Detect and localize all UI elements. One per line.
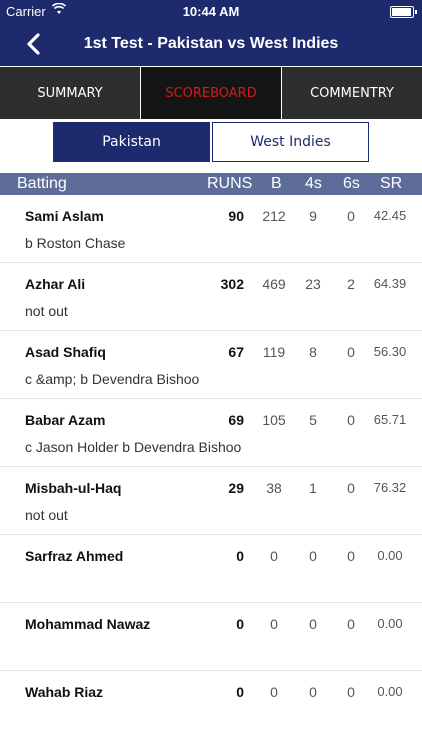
runs-value: 90 — [228, 208, 244, 224]
dismissal-text: not out — [25, 303, 68, 319]
runs-value: 29 — [228, 480, 244, 496]
sixes-value: 0 — [347, 344, 355, 360]
nav-bar: 1st Test - Pakistan vs West Indies — [0, 22, 422, 66]
header-sr: SR — [380, 175, 403, 192]
batsman-name: Azhar Ali — [25, 276, 86, 292]
team-switch: Pakistan West Indies — [53, 122, 369, 162]
balls-value: 0 — [270, 616, 278, 632]
balls-value: 119 — [262, 344, 286, 360]
sixes-value: 2 — [347, 276, 355, 292]
runs-value: 0 — [236, 548, 244, 564]
balls-value: 38 — [266, 480, 282, 496]
strike-rate-value: 42.45 — [373, 208, 407, 223]
sixes-value: 0 — [347, 684, 355, 700]
runs-value: 0 — [236, 684, 244, 700]
strike-rate-value: 0.00 — [377, 548, 403, 563]
balls-value: 212 — [262, 208, 286, 224]
tab-bar: SUMMARY SCOREBOARD COMMENTRY — [0, 67, 422, 119]
status-time: 10:44 AM — [182, 4, 240, 19]
strike-rate-value: 65.71 — [373, 412, 407, 427]
header-balls: B — [271, 175, 282, 192]
batsman-name: Wahab Riaz — [25, 684, 104, 700]
table-row: Sami Aslam b Roston Chase 90 212 9 0 42.… — [0, 195, 422, 263]
header-fours: 4s — [305, 175, 322, 192]
batsman-name: Sarfraz Ahmed — [25, 548, 124, 564]
fours-value: 1 — [309, 480, 317, 496]
battery-icon — [390, 6, 417, 18]
balls-value: 0 — [270, 548, 278, 564]
tab-commentry[interactable]: COMMENTRY — [282, 67, 422, 119]
fours-value: 0 — [309, 684, 317, 700]
table-row: Sarfraz Ahmed 0 0 0 0 0.00 — [0, 535, 422, 603]
fours-value: 0 — [309, 616, 317, 632]
batsman-name: Asad Shafiq — [25, 344, 106, 360]
header-runs: RUNS — [207, 175, 253, 192]
batting-table-header: Batting RUNS B 4s 6s SR — [0, 173, 422, 195]
header-batting: Batting — [17, 175, 67, 192]
balls-value: 469 — [262, 276, 286, 292]
sixes-value: 0 — [347, 616, 355, 632]
runs-value: 0 — [236, 616, 244, 632]
dismissal-text: not out — [25, 507, 68, 523]
header-sixes: 6s — [343, 175, 360, 192]
batsman-name: Babar Azam — [25, 412, 106, 428]
batsman-name: Sami Aslam — [25, 208, 104, 224]
runs-value: 302 — [220, 276, 244, 292]
table-row: Azhar Ali not out 302 469 23 2 64.39 — [0, 263, 422, 331]
table-row: Wahab Riaz 0 0 0 0 0.00 — [0, 671, 422, 738]
sixes-value: 0 — [347, 548, 355, 564]
strike-rate-value: 64.39 — [373, 276, 407, 291]
strike-rate-value: 56.30 — [373, 344, 407, 359]
table-row: Mohammad Nawaz 0 0 0 0 0.00 — [0, 603, 422, 671]
table-row: Misbah-ul-Haq not out 29 38 1 0 76.32 — [0, 467, 422, 535]
strike-rate-value: 76.32 — [373, 480, 407, 495]
balls-value: 0 — [270, 684, 278, 700]
sixes-value: 0 — [347, 412, 355, 428]
team-pakistan-button[interactable]: Pakistan — [53, 122, 210, 162]
runs-value: 69 — [228, 412, 244, 428]
fours-value: 0 — [309, 548, 317, 564]
team-west-indies-button[interactable]: West Indies — [212, 122, 369, 162]
fours-value: 9 — [309, 208, 317, 224]
dismissal-text: c &amp; b Devendra Bishoo — [25, 371, 200, 387]
fours-value: 8 — [309, 344, 317, 360]
fours-value: 23 — [305, 276, 321, 292]
batsman-name: Mohammad Nawaz — [25, 616, 151, 632]
batsman-name: Misbah-ul-Haq — [25, 480, 122, 496]
sixes-value: 0 — [347, 208, 355, 224]
tab-summary[interactable]: SUMMARY — [0, 67, 141, 119]
sixes-value: 0 — [347, 480, 355, 496]
page-title: 1st Test - Pakistan vs West Indies — [83, 35, 339, 52]
dismissal-text: c Jason Holder b Devendra Bishoo — [25, 439, 242, 455]
balls-value: 105 — [262, 412, 286, 428]
batting-list: Sami Aslam b Roston Chase 90 212 9 0 42.… — [0, 195, 422, 738]
tab-scoreboard[interactable]: SCOREBOARD — [141, 67, 282, 119]
strike-rate-value: 0.00 — [377, 684, 403, 699]
dismissal-text: b Roston Chase — [25, 235, 126, 251]
runs-value: 67 — [228, 344, 244, 360]
status-bar: Carrier 10:44 AM — [0, 0, 422, 22]
fours-value: 5 — [309, 412, 317, 428]
table-row: Babar Azam c Jason Holder b Devendra Bis… — [0, 399, 422, 467]
table-row: Asad Shafiq c &amp; b Devendra Bishoo 67… — [0, 331, 422, 399]
strike-rate-value: 0.00 — [377, 616, 403, 631]
